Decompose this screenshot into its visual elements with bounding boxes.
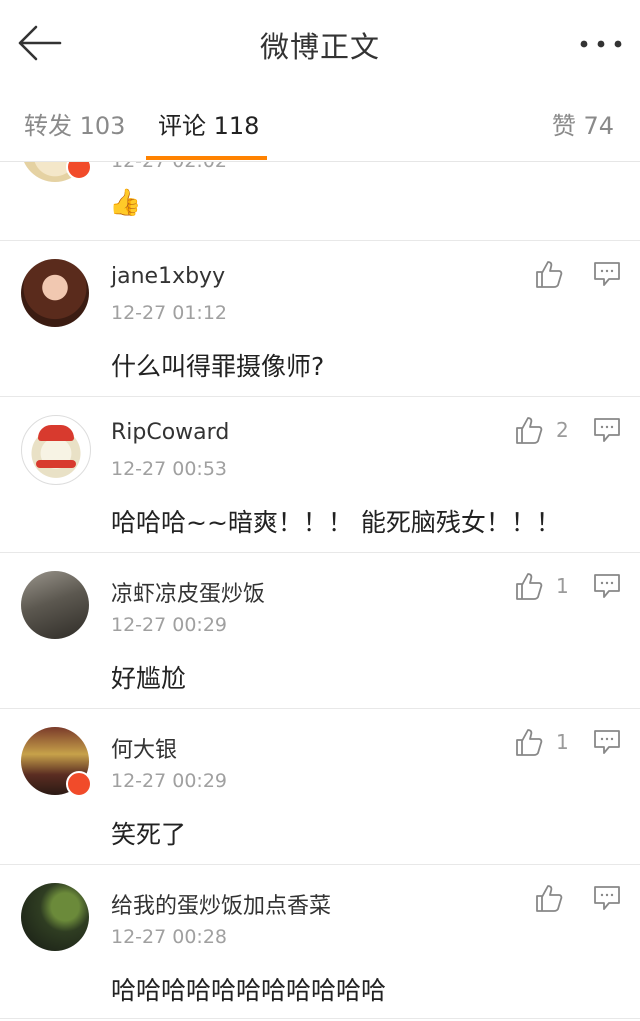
username[interactable]: RipCoward — [111, 420, 229, 445]
list-item: RipCoward 12-27 00:53 哈哈哈~~暗爽！！！ 能死脑残女！！… — [0, 396, 640, 553]
thumbs-up-icon[interactable] — [514, 727, 544, 757]
list-item: 凉虾凉皮蛋炒饭 12-27 00:29 好尴尬 1 — [0, 552, 640, 709]
comment-time: 12-27 00:53 — [111, 458, 228, 480]
comment-time: 12-27 01:12 — [111, 302, 228, 324]
comment-text: 哈哈哈~~暗爽！！！ 能死脑残女！！！ — [111, 508, 561, 537]
thumbs-up-emoji: 👍 — [109, 188, 142, 218]
reply-comment-icon[interactable] — [593, 417, 621, 443]
list-item: 何大银 12-27 00:29 笑死了 1 — [0, 708, 640, 865]
thumbs-up-icon[interactable] — [514, 415, 544, 445]
thumbs-up-icon[interactable] — [534, 883, 564, 913]
username[interactable]: jane1xbyy — [111, 264, 225, 289]
avatar[interactable] — [21, 415, 91, 485]
comment-text: 哈哈哈哈哈哈哈哈哈哈哈 — [111, 976, 387, 1005]
verified-badge-icon — [66, 771, 92, 797]
like-count: 1 — [556, 730, 569, 754]
list-item: 给我的蛋炒饭加点香菜 12-27 00:28 哈哈哈哈哈哈哈哈哈哈哈 — [0, 864, 640, 1021]
more-dots-icon[interactable] — [578, 32, 624, 56]
comment-text: 什么叫得罪摄像师? — [111, 352, 325, 381]
reply-comment-icon[interactable] — [593, 261, 621, 287]
username[interactable]: 凉虾凉皮蛋炒饭 — [111, 576, 265, 608]
reply-comment-icon[interactable] — [593, 729, 621, 755]
active-tab-indicator — [146, 156, 267, 160]
avatar[interactable] — [21, 259, 89, 327]
tab-bar: 转发 103 评论 118 赞 74 — [0, 84, 640, 162]
santa-hat-shape — [38, 425, 74, 441]
thumbs-up-icon[interactable] — [514, 571, 544, 601]
list-item: 12-27 02:02 👍 — [0, 162, 640, 240]
like-count: 1 — [556, 574, 569, 598]
username[interactable]: 何大银 — [111, 732, 177, 764]
top-bar: 微博正文 — [0, 0, 640, 85]
list-item: jane1xbyy 12-27 01:12 什么叫得罪摄像师? — [0, 240, 640, 397]
comment-time: 12-27 02:02 — [111, 162, 227, 172]
page-title: 微博正文 — [259, 30, 380, 64]
avatar[interactable] — [21, 571, 89, 639]
comment-time: 12-27 00:28 — [111, 926, 228, 948]
list-divider — [0, 1018, 640, 1019]
like-count: 2 — [556, 418, 569, 442]
comment-text: 笑死了 — [111, 820, 187, 849]
username[interactable]: 给我的蛋炒饭加点香菜 — [111, 888, 331, 920]
reply-comment-icon[interactable] — [593, 573, 621, 599]
thumbs-up-icon[interactable] — [534, 259, 564, 289]
tab-likes[interactable]: 赞 74 — [552, 106, 614, 141]
comment-text: 好尴尬 — [111, 664, 187, 693]
comment-time: 12-27 00:29 — [111, 770, 228, 792]
reply-comment-icon[interactable] — [593, 885, 621, 911]
scarf-shape — [36, 460, 76, 468]
comment-time: 12-27 00:29 — [111, 614, 228, 636]
tab-repost[interactable]: 转发 103 — [24, 106, 125, 141]
avatar[interactable] — [21, 883, 89, 951]
tab-comments[interactable]: 评论 118 — [158, 106, 259, 141]
